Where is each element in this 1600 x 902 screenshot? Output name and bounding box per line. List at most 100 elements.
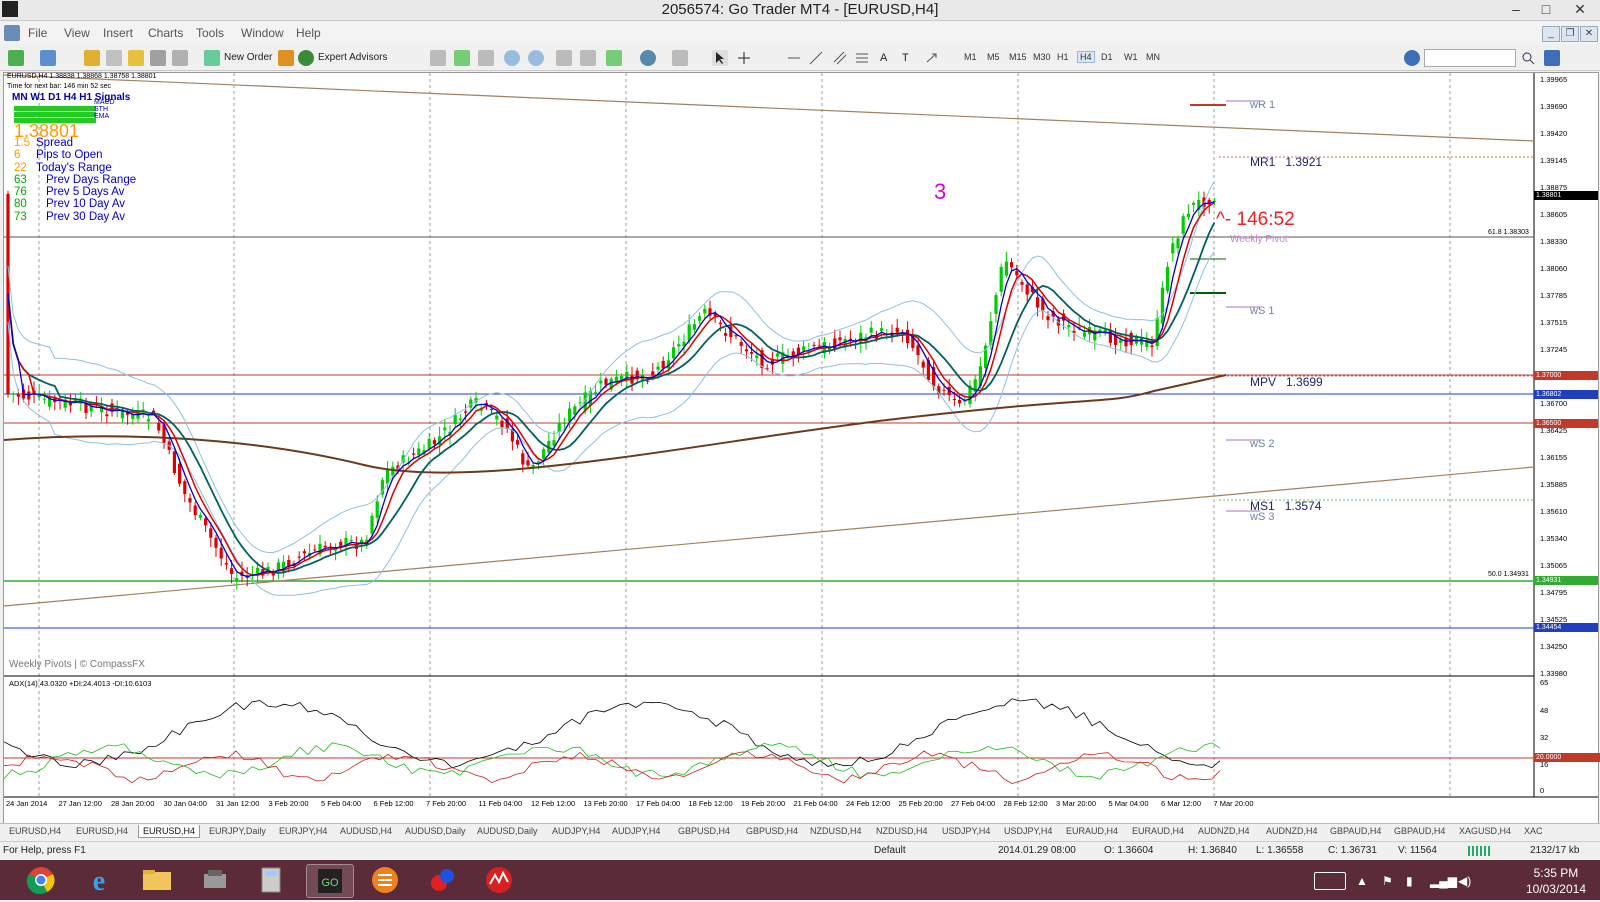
action-center-icon[interactable]: ⚑: [1382, 874, 1393, 888]
new-order-button[interactable]: New Order: [224, 52, 272, 63]
chrome-icon[interactable]: [18, 864, 64, 896]
community-icon[interactable]: [1404, 50, 1420, 66]
timeframe-h1[interactable]: H1: [1057, 52, 1069, 62]
chart-tab[interactable]: USDJPY,H4: [1000, 825, 1056, 837]
profiles-icon[interactable]: [40, 50, 56, 66]
mdi-restore-button[interactable]: ❐: [1561, 26, 1579, 42]
chart-tab[interactable]: NZDUSD,H4: [872, 825, 932, 837]
chart-tab[interactable]: AUDJPY,H4: [548, 825, 604, 837]
chart-tab[interactable]: AUDNZD,H4: [1194, 825, 1254, 837]
color-app-icon[interactable]: [420, 864, 466, 896]
arrows-icon[interactable]: [924, 50, 940, 66]
chart-tab[interactable]: EURAUD,H4: [1128, 825, 1188, 837]
zoom-in-icon[interactable]: [504, 50, 520, 66]
menu-charts[interactable]: Charts: [148, 26, 183, 40]
chart-canvas[interactable]: [4, 73, 1598, 823]
network-icon[interactable]: ▂▄▆: [1430, 874, 1457, 888]
menu-help[interactable]: Help: [296, 26, 321, 40]
auto-scroll-icon[interactable]: [580, 50, 596, 66]
chart-tab[interactable]: AUDNZD,H4: [1262, 825, 1322, 837]
candlestick-icon[interactable]: [454, 50, 470, 66]
new-chart-icon[interactable]: [8, 50, 24, 66]
chart-tab[interactable]: EURUSD,H4: [72, 825, 132, 837]
chart-tab[interactable]: EURJPY,Daily: [205, 825, 270, 837]
chart-tab[interactable]: GBPUSD,H4: [742, 825, 802, 837]
file-explorer-icon[interactable]: [134, 864, 180, 896]
metaeditor-icon[interactable]: [278, 50, 294, 66]
strategy-tester-icon[interactable]: [172, 50, 188, 66]
data-window-icon[interactable]: [106, 50, 122, 66]
mdi-close-button[interactable]: ✕: [1580, 26, 1598, 42]
channel-icon[interactable]: [832, 50, 848, 66]
maximize-button[interactable]: □: [1532, 0, 1560, 18]
orange-app-icon[interactable]: [362, 864, 408, 896]
menu-window[interactable]: Window: [241, 26, 284, 40]
templates-icon[interactable]: [672, 50, 688, 66]
zoom-out-icon[interactable]: [528, 50, 544, 66]
keyboard-icon[interactable]: [1314, 872, 1346, 890]
cursor-icon[interactable]: [712, 50, 728, 66]
new-order-icon[interactable]: [204, 50, 220, 66]
timeframe-m1[interactable]: M1: [964, 52, 977, 62]
timeframe-m30[interactable]: M30: [1033, 52, 1051, 62]
fibonacci-icon[interactable]: [854, 50, 870, 66]
menu-tools[interactable]: Tools: [196, 26, 224, 40]
power-icon[interactable]: ▮: [1406, 874, 1413, 888]
chart-tab[interactable]: USDJPY,H4: [938, 825, 994, 837]
expert-advisors-button[interactable]: Expert Advisors: [318, 52, 387, 63]
chart-tab[interactable]: NZDUSD,H4: [806, 825, 866, 837]
navigator-icon[interactable]: [128, 50, 144, 66]
volume-icon[interactable]: ◀): [1458, 874, 1471, 888]
trendline-icon[interactable]: [808, 50, 824, 66]
calculator-icon[interactable]: [248, 864, 294, 896]
status-profile[interactable]: Default: [874, 845, 906, 856]
go-trader-mt4-icon[interactable]: GO: [306, 864, 354, 898]
periods-icon[interactable]: [640, 50, 656, 66]
horizontal-line-icon[interactable]: [786, 50, 802, 66]
market-watch-icon[interactable]: [84, 50, 100, 66]
chart-tab[interactable]: AUDUSD,Daily: [473, 825, 542, 837]
chart-window[interactable]: EURUSD,H4 1.38838 1.38868 1.38758 1.3880…: [3, 72, 1600, 824]
search-icon[interactable]: [1520, 50, 1536, 66]
chart-tab[interactable]: EURUSD,H4: [5, 825, 65, 837]
timeframe-h4[interactable]: H4: [1077, 51, 1095, 63]
chart-shift-icon[interactable]: [556, 50, 572, 66]
timeframe-m5[interactable]: M5: [987, 52, 1000, 62]
chart-tab[interactable]: AUDUSD,H4: [336, 825, 396, 837]
minimize-button[interactable]: –: [1502, 0, 1530, 18]
network-app-icon[interactable]: [192, 864, 238, 896]
system-clock[interactable]: 5:35 PM 10/03/2014: [1526, 865, 1586, 897]
chart-tab[interactable]: GBPAUD,H4: [1326, 825, 1385, 837]
chart-window-icon[interactable]: [4, 25, 20, 41]
expert-advisors-icon[interactable]: [298, 50, 314, 66]
chart-tab[interactable]: XAGUSD,H4: [1455, 825, 1515, 837]
text-tool-icon[interactable]: A: [880, 52, 887, 64]
chat-icon[interactable]: [1544, 50, 1560, 66]
timeframe-w1[interactable]: W1: [1124, 52, 1138, 62]
chart-tab[interactable]: AUDUSD,Daily: [401, 825, 470, 837]
chart-tab[interactable]: XAC: [1520, 825, 1547, 837]
menu-view[interactable]: View: [64, 26, 90, 40]
chart-tab[interactable]: AUDJPY,H4: [608, 825, 664, 837]
tray-expand-icon[interactable]: ▲: [1356, 874, 1368, 888]
mdi-minimize-button[interactable]: _: [1542, 26, 1560, 42]
crosshair-icon[interactable]: [736, 50, 752, 66]
timeframe-m15[interactable]: M15: [1009, 52, 1027, 62]
internet-explorer-icon[interactable]: e: [76, 864, 122, 897]
timeframe-mn[interactable]: MN: [1146, 52, 1160, 62]
terminal-icon[interactable]: [150, 50, 166, 66]
search-input[interactable]: [1424, 49, 1516, 67]
timeframe-d1[interactable]: D1: [1101, 52, 1113, 62]
chart-tab[interactable]: GBPUSD,H4: [674, 825, 734, 837]
chart-app-icon[interactable]: [476, 864, 522, 896]
chart-tab[interactable]: EURAUD,H4: [1062, 825, 1122, 837]
chart-tab[interactable]: EURJPY,H4: [275, 825, 331, 837]
indicators-icon[interactable]: [606, 50, 622, 66]
close-button[interactable]: ✕: [1566, 0, 1594, 18]
chart-tab[interactable]: GBPAUD,H4: [1390, 825, 1449, 837]
menu-insert[interactable]: Insert: [103, 26, 133, 40]
bar-chart-icon[interactable]: [430, 50, 446, 66]
chart-tab[interactable]: EURUSD,H4: [138, 825, 201, 838]
menu-file[interactable]: File: [28, 26, 47, 40]
line-chart-icon[interactable]: [478, 50, 494, 66]
